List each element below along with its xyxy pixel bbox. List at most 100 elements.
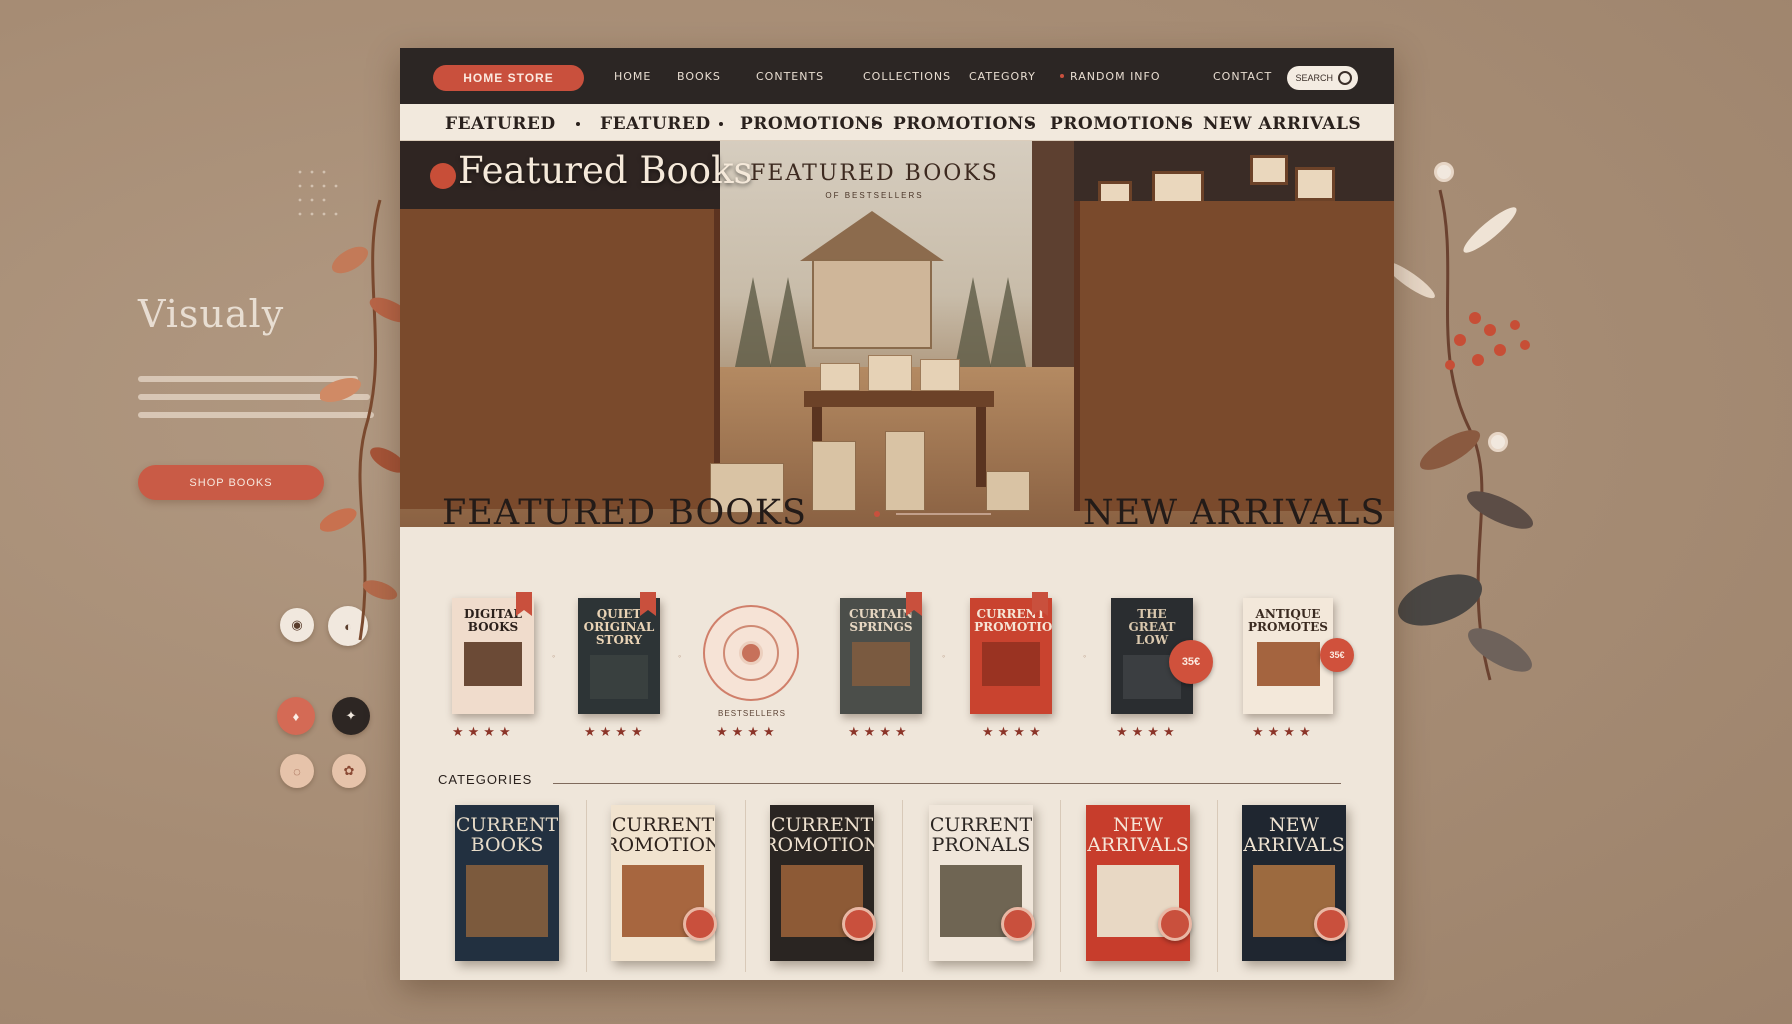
dial-caption: BESTSELLERS — [718, 709, 786, 718]
nav-books[interactable]: BOOKS — [677, 70, 721, 83]
store-logo[interactable]: HOME STORE — [433, 65, 584, 91]
book-cover-art — [852, 642, 910, 686]
subnav-promotions-3[interactable]: PROMOTIONS — [1050, 114, 1194, 134]
search-box[interactable]: SEARCH — [1287, 66, 1358, 90]
heading-accent-dot — [874, 511, 880, 517]
category-book-card[interactable]: CURRENT BOOKS — [455, 805, 559, 961]
house-roof — [800, 211, 944, 261]
book-cover-title: QUIET ORIGINAL STORY — [583, 607, 655, 647]
bookshelf-left — [400, 209, 720, 509]
featured-book-card[interactable]: CURRENT PROMOTIONS — [970, 598, 1052, 714]
subnav-separator — [1028, 122, 1032, 126]
rating-stars: ★★★★ — [1116, 724, 1179, 739]
category-badge — [1158, 907, 1192, 941]
bookshelf-right — [1074, 201, 1394, 511]
nav-separator-dot — [1060, 74, 1064, 78]
carousel-dot-icon: ◦ — [942, 651, 946, 661]
side-icon-button-6[interactable]: ✿ — [332, 754, 366, 788]
hero-bookstore-image: Featured Books FEATURED BOOKS OF BESTSEL… — [400, 141, 1394, 527]
subnav-promotions-1[interactable]: PROMOTIONS — [740, 114, 884, 134]
category-badge — [842, 907, 876, 941]
nav-contact[interactable]: CONTACT — [1213, 70, 1272, 83]
carousel-dot-icon: ◦ — [1083, 651, 1087, 661]
bestsellers-dial[interactable] — [703, 605, 799, 701]
book-cover-art — [466, 865, 548, 937]
nav-home[interactable]: HOME — [614, 70, 651, 83]
book-cover-title: ANTIQUE PROMOTES — [1248, 607, 1328, 634]
book-cover-title: NEW ARRIVALS — [1243, 814, 1345, 856]
featured-books-heading: FEATURED BOOKS — [442, 493, 808, 533]
nav-random-info[interactable]: RANDOM INFO — [1070, 70, 1161, 83]
price-badge: 35€ — [1320, 638, 1354, 672]
side-heading: Visualy — [138, 292, 285, 336]
book-cover-art — [982, 642, 1040, 686]
book-cover-art — [1256, 642, 1320, 686]
book-cover-art — [590, 655, 648, 699]
carousel-dot-icon: ◦ — [552, 651, 556, 661]
subnav-new-arrivals[interactable]: NEW ARRIVALS — [1203, 114, 1361, 134]
tree-shape — [990, 277, 1026, 367]
nav-category[interactable]: CATEGORY — [969, 70, 1036, 83]
wall-frame — [1295, 167, 1335, 201]
book-cover-art — [464, 642, 522, 686]
book-cover-title: NEW ARRIVALS — [1087, 814, 1189, 856]
search-icon — [1338, 71, 1352, 85]
hero-subtitle-center: OF BESTSELLERS — [825, 191, 924, 200]
featured-book-card[interactable]: CURTAIN SPRINGS — [840, 598, 922, 714]
subnav-separator — [1182, 122, 1186, 126]
category-divider — [586, 800, 587, 972]
categories-rule — [553, 783, 1341, 784]
side-icon-button-3[interactable]: ♦ — [277, 697, 315, 735]
search-label: SEARCH — [1295, 73, 1333, 83]
nav-contents[interactable]: CONTENTS — [756, 70, 824, 83]
shop-books-button[interactable]: SHOP BOOKS — [138, 465, 324, 500]
carousel-dot-icon: ◦ — [678, 651, 682, 661]
side-icon-button-5[interactable]: ◌ — [280, 754, 314, 788]
tree-shape — [735, 277, 771, 367]
rating-stars: ★★★★ — [1252, 724, 1315, 739]
category-badge — [683, 907, 717, 941]
dial-center — [739, 641, 763, 665]
side-icon-button-1[interactable]: ◉ — [280, 608, 314, 642]
rating-stars: ★★★★ — [452, 724, 515, 739]
heading-accent-line — [896, 513, 991, 515]
hero-badge — [430, 163, 456, 189]
book-box — [885, 431, 925, 511]
book-cover-title: CURRENT PROMOTIONS — [770, 814, 874, 856]
featured-book-card[interactable]: QUIET ORIGINAL STORY — [578, 598, 660, 714]
leaf-decoration-left — [320, 199, 410, 641]
subnav-featured-1[interactable]: FEATURED — [445, 114, 556, 134]
subnav-featured-2[interactable]: FEATURED — [600, 114, 711, 134]
category-badge — [1314, 907, 1348, 941]
tree-shape — [955, 277, 991, 367]
book-cover-title: CURRENT PROMOTIONS — [611, 814, 715, 856]
subnav-promotions-2[interactable]: PROMOTIONS — [893, 114, 1037, 134]
hero-title-left: Featured Books — [458, 149, 753, 192]
book-stack — [820, 363, 860, 391]
decorative-ring-2 — [1488, 432, 1508, 452]
book-stack — [868, 355, 912, 391]
rating-stars: ★★★★ — [584, 724, 647, 739]
nav-collections[interactable]: COLLECTIONS — [863, 70, 951, 83]
rating-stars: ★★★★ — [982, 724, 1045, 739]
top-navigation-bar: HOME STORE HOME BOOKS CONTENTS COLLECTIO… — [400, 48, 1394, 104]
tree-shape — [770, 277, 806, 367]
book-cover-title: THE GREAT LOW — [1128, 607, 1176, 647]
dial-ring — [723, 625, 779, 681]
secondary-navigation: FEATURED FEATURED PROMOTIONS PROMOTIONS … — [400, 104, 1394, 141]
book-stack — [920, 359, 960, 391]
display-table — [804, 391, 994, 407]
rating-stars: ★★★★ — [716, 724, 779, 739]
categories-label: CATEGORIES — [438, 772, 533, 787]
subnav-separator — [576, 122, 580, 126]
leaf-decoration-right — [1385, 189, 1534, 681]
book-cover-title: CURRENT BOOKS — [455, 814, 559, 856]
category-divider — [1060, 800, 1061, 972]
book-box — [812, 441, 856, 511]
subnav-separator — [719, 122, 723, 126]
side-icon-button-4[interactable]: ✦ — [332, 697, 370, 735]
featured-book-card[interactable]: DIGITAL BOOKS — [452, 598, 534, 714]
category-badge — [1001, 907, 1035, 941]
rating-stars: ★★★★ — [848, 724, 911, 739]
decorative-ring-1 — [1434, 162, 1454, 182]
